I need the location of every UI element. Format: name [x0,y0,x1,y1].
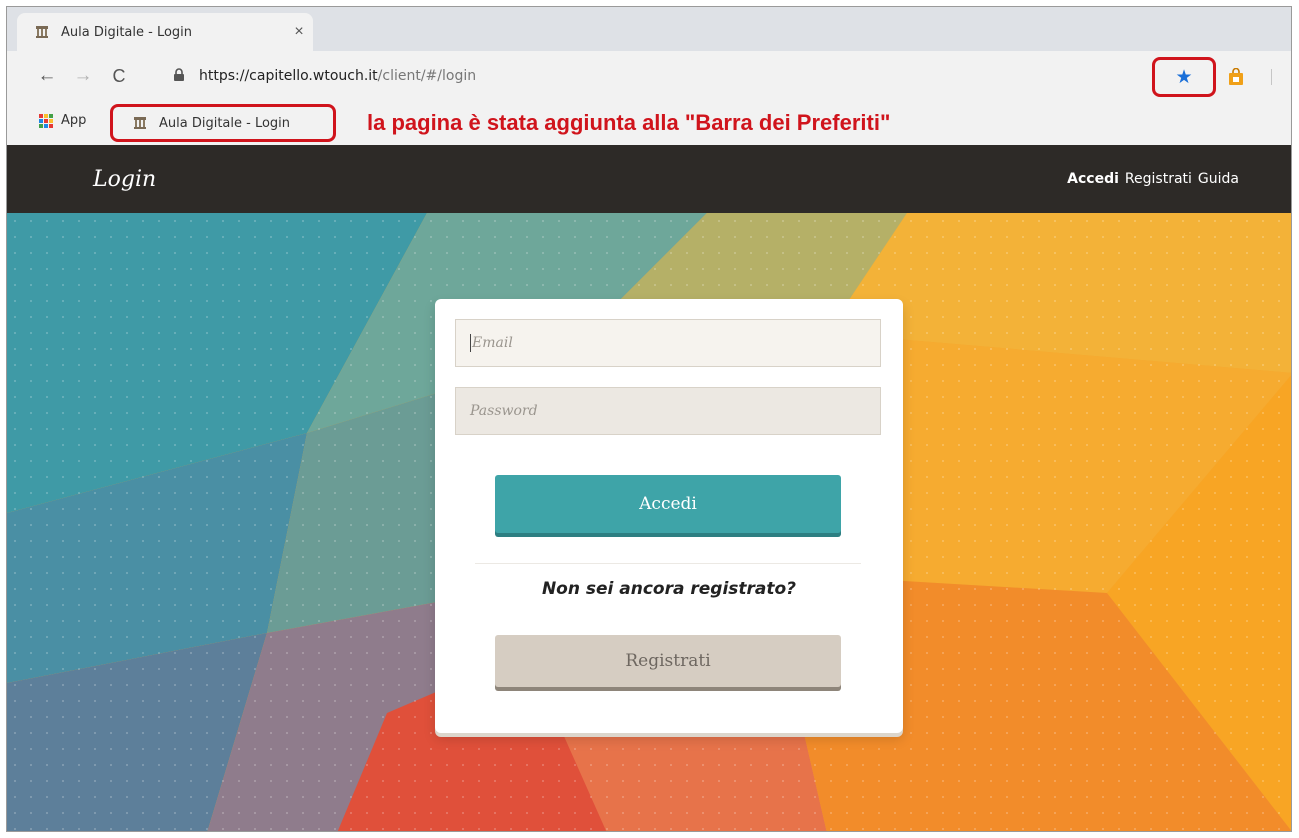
text-caret [470,334,471,352]
url-text: https://capitello.wtouch.it/client/#/log… [199,68,476,84]
bookmarks-bar: App Aula Digitale - Login la pagina è st… [7,101,1291,145]
site-favicon-icon [35,25,49,39]
password-placeholder: Password [470,403,538,419]
register-question: Non sei ancora registrato? [541,579,797,599]
url-host: https://capitello.wtouch.it [199,68,378,84]
page-background: Email Password Accedi Non sei ancora reg… [7,213,1291,831]
login-button[interactable]: Accedi [495,475,841,533]
lock-icon [173,68,187,84]
tab-close-icon[interactable]: × [285,23,313,41]
back-button[interactable]: ← [33,63,61,89]
reload-button[interactable]: C [105,63,133,89]
forward-button[interactable]: → [69,63,97,89]
register-button[interactable]: Registrati [495,635,841,687]
annotation-text: la pagina è stata aggiunta alla "Barra d… [367,110,891,135]
page-title: Login [93,167,157,192]
tab-title: Aula Digitale - Login [61,24,193,40]
password-field[interactable]: Password [455,387,881,435]
bookmark-label: Aula Digitale - Login [159,115,291,131]
bookmark-star-highlight: ★ [1152,57,1216,97]
browser-toolbar: ← → C https://capitello.wtouch.it/client… [7,51,1291,101]
toolbar-separator [1271,69,1272,85]
email-placeholder: Email [472,335,513,351]
address-bar[interactable]: https://capitello.wtouch.it/client/#/log… [143,61,1267,91]
site-nav: Accedi Registrati Guida [1067,171,1239,187]
browser-window: Aula Digitale - Login × ← → C https://ca… [6,6,1292,832]
bookmark-aula-digitale[interactable]: Aula Digitale - Login [110,104,336,142]
nav-registrati[interactable]: Registrati [1125,171,1192,187]
url-path: /client/#/login [377,68,477,84]
bookmark-apps[interactable]: App [39,113,86,128]
login-card: Email Password Accedi Non sei ancora reg… [435,299,903,733]
bookmark-star-icon[interactable]: ★ [1175,66,1192,89]
site-favicon-icon [133,116,147,130]
email-field[interactable]: Email [455,319,881,367]
tab-strip: Aula Digitale - Login × [7,7,1291,51]
apps-label: App [61,113,87,128]
nav-accedi[interactable]: Accedi [1067,171,1119,187]
extension-bag-icon[interactable] [1227,67,1245,86]
divider [475,563,861,564]
nav-guida[interactable]: Guida [1198,171,1239,187]
apps-grid-icon [39,113,53,128]
tab-aula-digitale[interactable]: Aula Digitale - Login × [17,13,313,51]
site-header: Login Accedi Registrati Guida [7,145,1291,213]
